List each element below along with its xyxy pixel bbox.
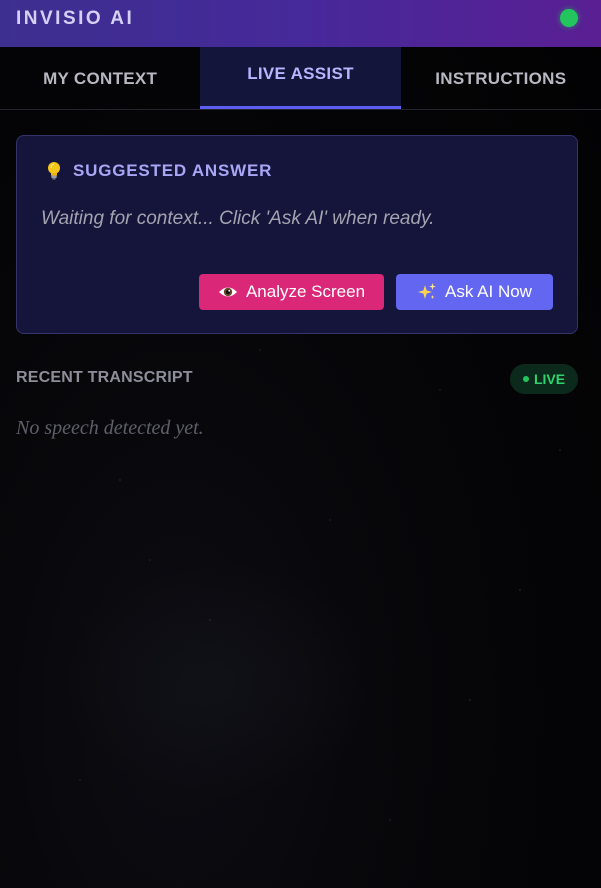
suggested-answer-title: SUGGESTED ANSWER [73, 161, 273, 180]
sparkles-icon [418, 283, 437, 299]
galaxy-haze [60, 560, 380, 800]
ask-ai-now-button[interactable]: Ask AI Now [396, 274, 553, 310]
live-badge-label: LIVE [533, 371, 566, 387]
live-badge: LIVE [510, 364, 578, 394]
live-dot-icon [522, 376, 529, 382]
app-window: INVISIO AI MY CONTEXT LIVE ASSIST INSTRU… [0, 0, 601, 888]
tab-bar: MY CONTEXT LIVE ASSIST INSTRUCTIONS [0, 47, 601, 110]
suggested-answer-card: SUGGESTED ANSWER Waiting for context... … [16, 135, 578, 334]
app-title: INVISIO AI [16, 7, 135, 29]
connection-status-dot [560, 9, 578, 27]
star-background [0, 0, 601, 888]
tab-instructions[interactable]: INSTRUCTIONS [401, 47, 601, 109]
eye-icon [218, 287, 237, 297]
suggested-answer-message: Waiting for context... Click 'Ask AI' wh… [41, 208, 435, 229]
transcript-empty-message: No speech detected yet. [16, 417, 204, 439]
analyze-screen-button[interactable]: Analyze Screen [199, 274, 384, 310]
ask-ai-now-label: Ask AI Now [445, 282, 532, 301]
lightbulb-icon [48, 162, 60, 180]
suggested-answer-header: SUGGESTED ANSWER [45, 161, 272, 181]
tab-live-assist[interactable]: LIVE ASSIST [200, 47, 401, 109]
tab-my-context[interactable]: MY CONTEXT [0, 47, 200, 109]
recent-transcript-title: RECENT TRANSCRIPT [16, 369, 193, 386]
app-header: INVISIO AI [0, 0, 601, 47]
analyze-screen-label: Analyze Screen [245, 282, 366, 301]
